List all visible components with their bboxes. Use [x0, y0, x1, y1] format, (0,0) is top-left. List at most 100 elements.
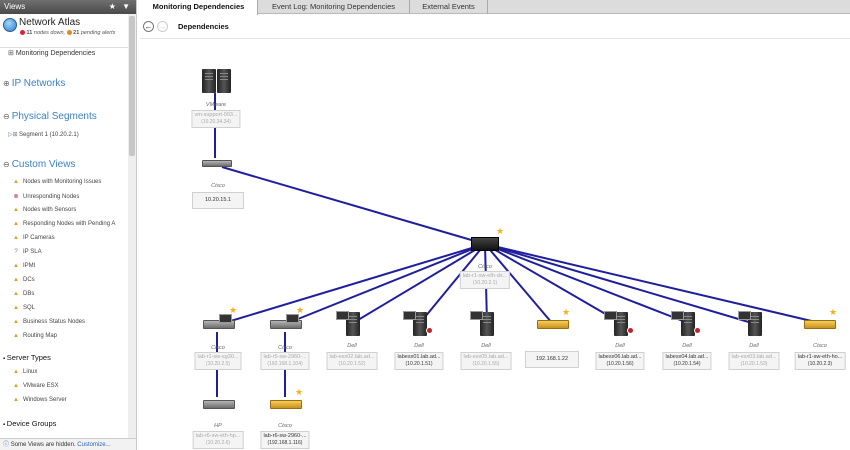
core-switch-node[interactable]	[471, 237, 499, 251]
node-ip: (10.20.2.3)	[807, 361, 833, 367]
nodes-down-label: nodes down,	[33, 30, 66, 36]
node-label[interactable]: lab-esx03.lab.ad... (10.20.1.53)	[728, 352, 780, 370]
custom-view-item[interactable]: ⊗ Unresponding Nodes	[12, 193, 79, 200]
server-type-label: Windows Server	[23, 397, 67, 403]
custom-view-item[interactable]: ▲ Nodes with Sensors	[12, 207, 76, 213]
forward-button[interactable]: →	[157, 21, 168, 32]
physical-segments-section[interactable]: ⊖ Physical Segments	[3, 111, 97, 122]
server-type-item[interactable]: ▲ Linux	[12, 369, 37, 375]
node-label[interactable]: vm-support-003... (10.20.34.34)	[191, 110, 241, 128]
node-ip: (10.20.34.34)	[201, 119, 231, 125]
node-label[interactable]: lab-r1-sw-sg30... (10.20.2.5)	[194, 352, 242, 370]
server-type-item[interactable]: ▲ Windows Server	[12, 397, 67, 403]
node-label[interactable]: lab-r6-sw-eth-hp... (10.20.2.6)	[192, 431, 244, 449]
device-tag-icon	[470, 311, 483, 320]
warning-icon: ▲	[13, 397, 19, 403]
segment-1-item[interactable]: ▷⊞Segment 1 (10.20.2.1)	[8, 131, 79, 138]
device-groups-label: Device Groups	[6, 419, 57, 428]
node-name: lab-r1-sw-sg30...	[197, 354, 239, 360]
custom-view-item[interactable]: ▲ DCs	[12, 277, 35, 283]
warning-icon: ▲	[13, 221, 19, 227]
node-label[interactable]: lab-r5-sw-2960-... (192.168.1.104)	[260, 352, 310, 370]
warning-icon: ▲	[13, 333, 19, 339]
node-label[interactable]: 192.168.1.22	[524, 351, 580, 368]
node-label[interactable]: lab-esx02.lab.ad... (10.20.1.52)	[326, 352, 378, 370]
node-name: lab-r6-sw-2960-...	[263, 433, 307, 439]
custom-view-item[interactable]: ▲ Business Status Nodes	[12, 319, 85, 325]
star-icon: ★	[229, 305, 238, 315]
node-ip: (192.168.1.116)	[267, 440, 303, 446]
device-tag-icon	[336, 311, 349, 320]
custom-view-label: IPMI	[23, 263, 36, 269]
star-icon: ★	[295, 387, 304, 397]
tab-bar: Monitoring Dependencies Event Log: Monit…	[140, 0, 850, 15]
content-toolbar: ← →	[140, 15, 850, 39]
star-icon: ★	[829, 307, 838, 317]
server-types-label: Server Types	[6, 353, 51, 362]
server-icon	[217, 69, 231, 93]
warning-icon: ▲	[13, 383, 19, 389]
node-label[interactable]: labesx01.lab.ad... (10.20.1.51)	[394, 352, 444, 370]
node-label[interactable]: labesx04.lab.ad... (10.20.1.54)	[662, 352, 712, 370]
node-vendor: Dell	[682, 343, 692, 349]
gold-switch-node[interactable]	[270, 400, 302, 409]
globe-icon	[3, 18, 17, 32]
custom-view-label: SQL	[23, 305, 36, 311]
node-name: labesx01.lab.ad...	[397, 354, 441, 360]
device-groups-section[interactable]: ▪ Device Groups	[3, 419, 56, 428]
back-button[interactable]: ←	[143, 21, 154, 32]
node-label[interactable]: lab-r6-sw-2960-... (192.168.1.116)	[260, 431, 310, 449]
custom-view-item[interactable]: ▲ IPMI	[12, 263, 35, 269]
tab-event-log[interactable]: Event Log: Monitoring Dependencies	[258, 0, 410, 14]
down-status-icon	[694, 327, 701, 334]
network-atlas-panel[interactable]: Network Atlas 11 nodes down, 21 pending …	[0, 14, 136, 48]
ip-networks-section[interactable]: ⊕ IP Networks	[3, 78, 65, 89]
custom-view-item[interactable]: ▲ SQL	[12, 305, 35, 311]
node-ip: (10.20.2.1)	[472, 280, 498, 286]
node-label[interactable]: lab-r1-sw-eth-ds... (10.20.2.1)	[459, 271, 511, 289]
hp-switch-node[interactable]	[203, 400, 235, 409]
gold-switch-node[interactable]	[537, 320, 569, 329]
node-vendor: Cisco	[211, 183, 225, 189]
warning-icon: ▲	[13, 369, 19, 375]
custom-view-item[interactable]: ▲ Responding Nodes with Pending A	[12, 221, 115, 227]
cisco-router-node[interactable]	[202, 160, 232, 167]
custom-views-section[interactable]: ⊖ Custom Views	[3, 159, 75, 170]
pending-alerts-icon	[66, 30, 72, 35]
custom-view-item[interactable]: ▲ DBs	[12, 291, 34, 297]
gold-switch-node[interactable]	[804, 320, 836, 329]
views-tools-icon[interactable]: ★ ▼	[109, 0, 132, 14]
node-ip: (10.20.1.51)	[405, 361, 433, 367]
tab-monitoring-dependencies[interactable]: Monitoring Dependencies	[140, 0, 258, 15]
hidden-views-text: Some Views are hidden.	[10, 442, 76, 448]
views-title: Views	[4, 2, 26, 11]
device-tag-icon	[738, 311, 751, 320]
expand-icon: ⊕	[3, 79, 10, 88]
atlas-stats: 11 nodes down, 21 pending alerts	[20, 30, 115, 36]
node-label[interactable]: lab-r1-sw-eth-ho... (10.20.2.3)	[794, 352, 846, 370]
down-status-icon	[426, 327, 433, 334]
customize-link[interactable]: Customize...	[77, 442, 110, 448]
sidebar-scroll-thumb[interactable]	[129, 16, 135, 156]
server-type-item[interactable]: ▲ VMware ESX	[12, 383, 59, 389]
node-label[interactable]: 10.20.15.1	[192, 192, 244, 209]
node-vendor: Dell	[414, 343, 424, 349]
node-ip: (10.20.1.56)	[606, 361, 634, 367]
vmware-server-node[interactable]	[202, 68, 232, 94]
page-title: Dependencies	[178, 22, 229, 31]
custom-view-item[interactable]: ▲ Routing Map	[12, 333, 57, 339]
node-name: labesx04.lab.ad...	[665, 354, 709, 360]
tab-external-events[interactable]: External Events	[410, 0, 488, 14]
warning-icon: ▲	[13, 291, 19, 297]
custom-view-item[interactable]: ▲ IP Cameras	[12, 235, 55, 241]
node-label[interactable]: lab-esx05.lab.ad... (10.20.1.55)	[460, 352, 512, 370]
custom-view-item[interactable]: ? IP SLA	[12, 249, 41, 255]
pending-label: pending alerts	[80, 30, 116, 36]
server-types-section[interactable]: ▪ Server Types	[3, 353, 51, 362]
node-label[interactable]: labesx06.lab.ad... (10.20.1.56)	[595, 352, 645, 370]
custom-view-item[interactable]: ▲ Nodes with Monitoring Issues	[12, 179, 101, 185]
monitoring-dependencies-link[interactable]: ⊞ Monitoring Dependencies	[8, 49, 95, 57]
node-vendor: Dell	[615, 343, 625, 349]
custom-view-label: Unresponding Nodes	[23, 194, 80, 200]
down-status-icon	[627, 327, 634, 334]
